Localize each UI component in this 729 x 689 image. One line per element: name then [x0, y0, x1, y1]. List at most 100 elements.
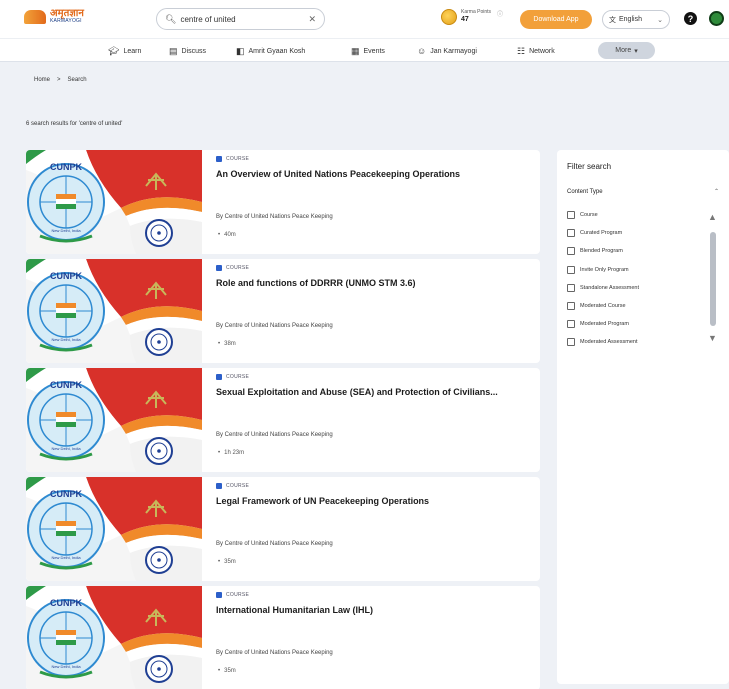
- nav-item-label: Events: [363, 47, 385, 55]
- more-button[interactable]: More ▾: [598, 42, 655, 59]
- content-type-heading[interactable]: Content Type: [567, 189, 603, 195]
- breadcrumb-home[interactable]: Home: [34, 77, 50, 83]
- checkbox[interactable]: [567, 320, 575, 329]
- filter-option[interactable]: Moderated Course: [567, 302, 626, 310]
- scroll-down-icon[interactable]: ▼: [708, 333, 717, 343]
- search-icon: 🔍︎: [165, 13, 177, 24]
- checkbox[interactable]: [567, 229, 575, 238]
- course-title[interactable]: Role and functions of DDRRR (UNMO STM 3.…: [216, 278, 536, 288]
- book-icon: ◧: [236, 45, 245, 56]
- course-thumbnail[interactable]: CUNPK New Delhi, India: [26, 368, 202, 472]
- svg-text:CUNPK: CUNPK: [50, 271, 83, 281]
- course-type-icon: [216, 156, 222, 162]
- filter-option[interactable]: Invite Only Program: [567, 265, 629, 274]
- course-duration: • 35m: [218, 559, 236, 565]
- network-icon: ☷: [517, 45, 526, 56]
- checkbox[interactable]: [567, 338, 575, 347]
- svg-text:New Delhi, India: New Delhi, India: [51, 337, 81, 342]
- filter-option[interactable]: Curated Program: [567, 229, 623, 238]
- filter-option[interactable]: Moderated Assessment: [567, 338, 638, 347]
- clock-icon: •: [218, 559, 221, 565]
- info-icon[interactable]: ⓘ: [497, 9, 503, 18]
- course-title[interactable]: An Overview of United Nations Peacekeepi…: [216, 169, 536, 179]
- help-icon[interactable]: ?: [684, 12, 697, 25]
- course-thumbnail[interactable]: CUNPK New Delhi, India: [26, 150, 202, 254]
- course-duration-value: 40m: [224, 232, 236, 238]
- course-duration-value: 38m: [224, 341, 236, 347]
- course-type-icon: [216, 483, 222, 489]
- course-title[interactable]: International Humanitarian Law (IHL): [216, 605, 536, 615]
- breadcrumb-current: Search: [67, 77, 87, 83]
- course-thumbnail-art: CUNPK New Delhi, India: [26, 150, 202, 254]
- svg-text:CUNPK: CUNPK: [50, 380, 83, 390]
- course-thumbnail[interactable]: CUNPK New Delhi, India: [26, 477, 202, 581]
- filter-option[interactable]: Standalone Assessment: [567, 283, 640, 292]
- nav-item-learn[interactable]: 🎓︎ Learn: [108, 44, 141, 58]
- checkbox[interactable]: [567, 265, 575, 274]
- checkbox[interactable]: [567, 302, 575, 310]
- course-type-label: COURSE: [226, 592, 250, 598]
- filter-option-label: Moderated Assessment: [580, 339, 638, 346]
- filter-option-label: Standalone Assessment: [580, 284, 640, 291]
- course-type: COURSE: [216, 483, 249, 489]
- filter-option[interactable]: Blended Program: [567, 247, 623, 256]
- filter-option[interactable]: Moderated Program: [567, 320, 629, 329]
- filter-option[interactable]: Course: [567, 211, 598, 219]
- nav-item-jan-karmayogi[interactable]: ☺ Jan Karmayogi: [417, 44, 477, 58]
- svg-text:CUNPK: CUNPK: [50, 489, 83, 499]
- chat-icon: ▤: [169, 45, 178, 56]
- logo-mark-icon: [24, 9, 46, 24]
- course-card[interactable]: CUNPK New Delhi, India COURSE International…: [26, 586, 540, 689]
- karma-points[interactable]: Karma Points 47 ⓘ: [441, 9, 503, 25]
- course-card[interactable]: CUNPK New Delhi, India COURSE Legal Framewo…: [26, 477, 540, 581]
- course-type-icon: [216, 374, 222, 380]
- clock-icon: •: [218, 341, 221, 347]
- breadcrumb: Home > Search: [34, 77, 87, 83]
- course-type-label: COURSE: [226, 374, 250, 380]
- nav-item-amrit-gyaan-kosh[interactable]: ◧ Amrit Gyaan Kosh: [236, 44, 305, 58]
- filter-option-label: Moderated Course: [580, 303, 626, 309]
- clock-icon: •: [218, 668, 221, 674]
- scroll-up-icon[interactable]: ▲: [708, 212, 717, 222]
- download-app-button[interactable]: Download App: [520, 10, 592, 29]
- course-thumbnail[interactable]: CUNPK New Delhi, India: [26, 586, 202, 689]
- svg-text:New Delhi, India: New Delhi, India: [51, 555, 81, 560]
- course-type-icon: [216, 265, 222, 271]
- course-author: By Centre of United Nations Peace Keepin…: [216, 541, 333, 547]
- course-duration-value: 1h 23m: [224, 450, 245, 456]
- checkbox[interactable]: [567, 283, 575, 292]
- nav-item-network[interactable]: ☷ Network: [517, 44, 555, 58]
- svg-text:New Delhi, India: New Delhi, India: [51, 664, 81, 669]
- clear-icon[interactable]: ✕: [308, 14, 316, 25]
- filter-option-label: Course: [580, 212, 598, 218]
- chevron-down-icon: ⌄: [657, 16, 663, 24]
- search-input[interactable]: [180, 14, 301, 24]
- filter-option-label: Curated Program: [580, 230, 623, 237]
- chevron-up-icon[interactable]: ⌃: [714, 188, 719, 195]
- course-card[interactable]: CUNPK New Delhi, India COURSE An Overview o…: [26, 150, 540, 254]
- course-author: By Centre of United Nations Peace Keepin…: [216, 432, 333, 438]
- language-value: English: [619, 16, 642, 23]
- nav-item-discuss[interactable]: ▤ Discuss: [169, 44, 206, 58]
- avatar[interactable]: [709, 11, 724, 26]
- checkbox[interactable]: [567, 211, 575, 219]
- svg-text:CUNPK: CUNPK: [50, 162, 83, 172]
- course-duration: • 38m: [218, 341, 236, 347]
- people-icon: ☺: [417, 46, 427, 56]
- nav-item-label: Discuss: [181, 47, 207, 55]
- checkbox[interactable]: [567, 247, 575, 256]
- language-select[interactable]: 文 English ⌄: [602, 10, 670, 29]
- course-card[interactable]: CUNPK New Delhi, India COURSE Sexual Exploi…: [26, 368, 540, 472]
- nav-bar: 🎓︎ Learn ▤ Discuss ◧ Amrit Gyaan Kosh ▦ …: [0, 38, 729, 62]
- course-title[interactable]: Sexual Exploitation and Abuse (SEA) and …: [216, 387, 536, 397]
- logo[interactable]: अमृतज्ञान KARMAYOGI: [24, 9, 84, 24]
- nav-item-events[interactable]: ▦ Events: [351, 44, 385, 58]
- search-box[interactable]: 🔍︎ ✕: [156, 8, 325, 30]
- filter-option-label: Blended Program: [580, 248, 623, 255]
- more-label: More: [615, 47, 632, 54]
- course-card[interactable]: CUNPK New Delhi, India COURSE Role and func…: [26, 259, 540, 363]
- scrollbar-thumb[interactable]: [710, 232, 716, 326]
- breadcrumb-separator: >: [57, 77, 61, 83]
- course-title[interactable]: Legal Framework of UN Peacekeeping Opera…: [216, 496, 536, 506]
- course-thumbnail[interactable]: CUNPK New Delhi, India: [26, 259, 202, 363]
